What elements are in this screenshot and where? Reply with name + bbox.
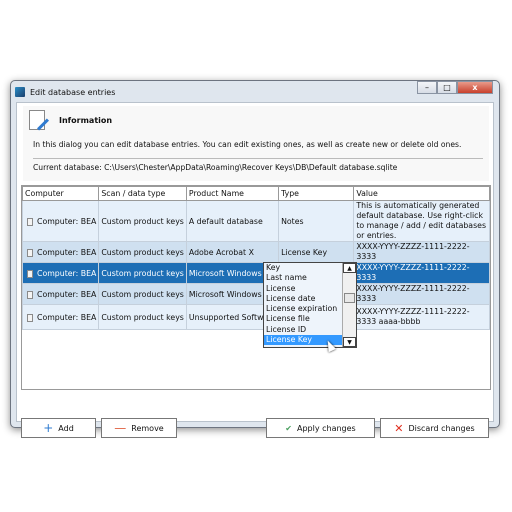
- cell-scan[interactable]: Custom product keys: [98, 262, 187, 284]
- cell-product[interactable]: Adobe Acrobat X: [185, 241, 280, 263]
- dropdown-option[interactable]: Key: [264, 263, 342, 273]
- cell-type[interactable]: License Key: [278, 241, 355, 263]
- edit-document-icon: [29, 110, 45, 130]
- cell-computer[interactable]: Computer: BEA: [21, 283, 100, 305]
- table-row[interactable]: Computer: BEA Custom product keys Unsuppor…: [21, 304, 490, 330]
- entry-icon: [27, 313, 33, 322]
- add-button[interactable]: + Add: [21, 418, 96, 438]
- scroll-up-arrow-icon[interactable]: ▲: [343, 263, 356, 273]
- entry-icon: [27, 217, 33, 226]
- cell-value[interactable]: XXXX-YYYY-ZZZZ-1111-2222-3333: [353, 262, 490, 284]
- table-row[interactable]: Computer: BEA Custom product keys Microsof…: [21, 283, 490, 305]
- cell-type[interactable]: Notes: [278, 200, 355, 242]
- cell-value[interactable]: XXXX-YYYY-ZZZZ-1111-2222-3333: [353, 241, 490, 263]
- scroll-thumb[interactable]: [344, 293, 355, 303]
- information-section: Information In this dialog you can edit …: [23, 106, 489, 181]
- discard-changes-button[interactable]: ✕ Discard changes: [380, 418, 489, 438]
- checkmark-icon: ✔: [285, 423, 292, 433]
- column-header[interactable]: Type: [278, 186, 355, 201]
- dropdown-option[interactable]: License expiration: [264, 304, 342, 314]
- column-header[interactable]: Scan / data type: [98, 186, 187, 201]
- entries-grid[interactable]: Computer Scan / data type Product Name Type…: [21, 185, 491, 390]
- divider: [33, 158, 483, 159]
- window-title: Edit database entries: [30, 87, 116, 97]
- x-icon: ✕: [394, 421, 404, 435]
- column-header[interactable]: Value: [353, 186, 490, 201]
- information-description: In this dialog you can edit database ent…: [33, 140, 462, 149]
- cell-scan[interactable]: Custom product keys: [98, 304, 187, 330]
- minimize-button[interactable]: –: [417, 81, 437, 94]
- dropdown-option[interactable]: License date: [264, 294, 342, 304]
- cell-computer[interactable]: Computer: BEA: [21, 200, 100, 242]
- column-header[interactable]: Computer: [21, 186, 100, 201]
- scroll-down-arrow-icon[interactable]: ▼: [343, 337, 356, 347]
- cell-value[interactable]: This is automatically generated default …: [353, 200, 490, 242]
- table-row[interactable]: Computer: BEA Custom product keys Microsof…: [21, 262, 490, 284]
- cell-scan[interactable]: Custom product keys: [98, 200, 187, 242]
- apply-changes-button[interactable]: ✔ Apply changes: [266, 418, 375, 438]
- entry-icon: [27, 290, 33, 299]
- cell-value[interactable]: XXXX-YYYY-ZZZZ-1111-2222-3333: [353, 283, 490, 305]
- dropdown-option[interactable]: License ID: [264, 325, 342, 335]
- table-row[interactable]: Computer: BEA Custom product keys A defaul…: [21, 200, 490, 242]
- cell-scan[interactable]: Custom product keys: [98, 283, 187, 305]
- entry-icon: [27, 269, 33, 278]
- cell-computer[interactable]: Computer: BEA: [21, 304, 100, 330]
- app-icon: [15, 87, 25, 97]
- edit-database-window: Edit database entries – □ x Information …: [10, 80, 500, 438]
- dropdown-option[interactable]: Last name: [264, 273, 342, 283]
- table-row[interactable]: Computer: BEA Custom product keys Adobe Ac…: [21, 241, 490, 263]
- dropdown-option[interactable]: License file: [264, 314, 342, 324]
- cell-computer[interactable]: Computer: BEA: [21, 241, 100, 263]
- cell-product[interactable]: A default database: [185, 200, 280, 242]
- cell-scan[interactable]: Custom product keys: [98, 241, 187, 263]
- dropdown-option[interactable]: License: [264, 284, 342, 294]
- remove-button[interactable]: — Remove: [101, 418, 177, 438]
- content-panel: Information In this dialog you can edit …: [16, 102, 494, 438]
- cell-value[interactable]: XXXX-YYYY-ZZZZ-1111-2222-3333 aaaa-bbbb: [353, 304, 490, 330]
- current-database-label: Current database: C:\Users\Chester\AppDa…: [33, 163, 398, 172]
- information-title: Information: [59, 116, 113, 125]
- type-dropdown-list[interactable]: ▲ ▼ Key Last name License License date Licen…: [263, 262, 357, 348]
- plus-icon: +: [43, 421, 54, 435]
- cell-computer[interactable]: Computer: BEA: [21, 262, 100, 284]
- close-button[interactable]: x: [457, 81, 493, 94]
- title-bar: Edit database entries: [15, 84, 115, 100]
- maximize-button[interactable]: □: [437, 81, 457, 94]
- column-header[interactable]: Product Name: [185, 186, 280, 201]
- entry-icon: [27, 248, 33, 257]
- minus-icon: —: [114, 421, 127, 435]
- dropdown-scrollbar[interactable]: ▲ ▼: [342, 263, 356, 347]
